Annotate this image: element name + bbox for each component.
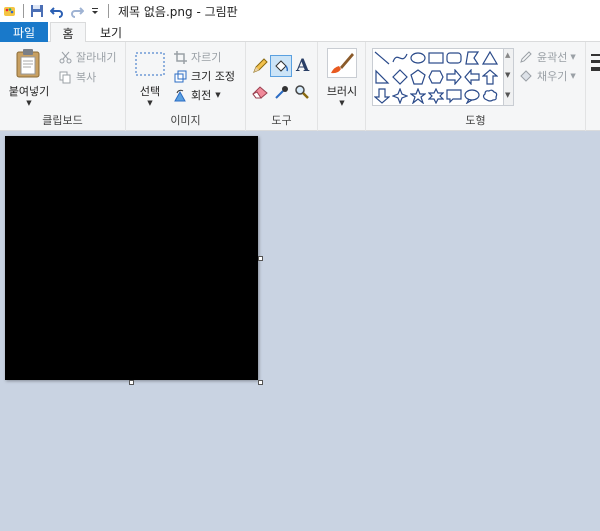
left-arrow-shape-icon[interactable] xyxy=(463,68,481,86)
rounded-rectangle-shape-icon[interactable] xyxy=(445,49,463,67)
window-title: 제목 없음.png - 그림판 xyxy=(118,4,238,19)
down-arrow-shape-icon[interactable] xyxy=(373,87,391,105)
customize-toolbar-icon[interactable] xyxy=(87,3,103,19)
cloud-callout-shape-icon[interactable] xyxy=(481,87,499,105)
pencil-icon[interactable] xyxy=(252,58,268,77)
outline-button[interactable]: 윤곽선 ▼ xyxy=(518,48,576,66)
tools-group-label: 도구 xyxy=(271,114,292,127)
outline-pen-icon xyxy=(518,49,534,65)
five-point-star-shape-icon[interactable] xyxy=(409,87,427,105)
fill-button[interactable]: 채우기 ▼ xyxy=(518,67,576,85)
tab-home[interactable]: 홈 xyxy=(50,22,86,43)
hexagon-shape-icon[interactable] xyxy=(427,68,445,86)
rotate-icon xyxy=(172,87,188,103)
drawing-canvas[interactable] xyxy=(5,136,258,380)
copy-icon xyxy=(57,69,73,85)
outline-dropdown-caret[interactable]: ▼ xyxy=(570,53,575,61)
tab-file[interactable]: 파일 xyxy=(0,22,48,42)
rectangle-shape-icon[interactable] xyxy=(427,49,445,67)
size-icon[interactable] xyxy=(590,52,600,81)
scissors-icon xyxy=(57,49,73,65)
shapes-group: ▲ ▼ ▼ 윤곽선 ▼ 채우기 ▼ 도형 xyxy=(366,42,586,131)
six-point-star-shape-icon[interactable] xyxy=(427,87,445,105)
select-dropdown-caret[interactable]: ▼ xyxy=(130,99,170,107)
shapes-gallery-scrollbar[interactable]: ▲ ▼ ▼ xyxy=(504,48,514,106)
outline-label: 윤곽선 xyxy=(537,51,568,64)
magnifier-icon[interactable] xyxy=(294,84,310,103)
select-label: 선택 xyxy=(139,85,161,98)
fill-dropdown-caret[interactable]: ▼ xyxy=(570,72,575,80)
divider xyxy=(23,4,24,18)
cut-button[interactable]: 잘라내기 xyxy=(57,48,116,66)
paste-button[interactable]: 붙여넣기 ▼ xyxy=(4,46,50,108)
shapes-gallery xyxy=(372,48,504,106)
resize-handle-right[interactable] xyxy=(258,256,263,261)
tools-group: A 도구 xyxy=(246,42,318,131)
paste-label: 붙여넣기 xyxy=(8,85,50,98)
crop-label: 자르기 xyxy=(191,51,222,64)
select-button[interactable]: 선택 ▼ xyxy=(130,46,170,108)
divider xyxy=(108,4,109,18)
scroll-down-icon[interactable]: ▼ xyxy=(505,71,510,79)
crop-icon xyxy=(172,49,188,65)
up-arrow-shape-icon[interactable] xyxy=(481,68,499,86)
line-shape-icon[interactable] xyxy=(373,49,391,67)
right-triangle-shape-icon[interactable] xyxy=(373,68,391,86)
clipboard-group-label: 클립보드 xyxy=(42,114,83,127)
diamond-shape-icon[interactable] xyxy=(391,68,409,86)
image-group-label: 이미지 xyxy=(170,114,201,127)
rotate-button[interactable]: 회전 ▼ xyxy=(172,86,221,104)
color-picker-icon[interactable] xyxy=(274,84,290,103)
rotate-label: 회전 xyxy=(191,89,212,102)
resize-handle-bottom[interactable] xyxy=(129,380,134,385)
paint-app-icon[interactable] xyxy=(2,3,18,19)
resize-button[interactable]: 크기 조정 xyxy=(172,67,235,85)
redo-icon[interactable] xyxy=(69,3,85,19)
fill-label: 채우기 xyxy=(537,70,568,83)
paste-icon xyxy=(15,48,41,81)
pentagon-shape-icon[interactable] xyxy=(409,68,427,86)
copy-button[interactable]: 복사 xyxy=(57,68,96,86)
polygon-shape-icon[interactable] xyxy=(463,49,481,67)
text-icon[interactable]: A xyxy=(296,56,309,76)
brushes-button[interactable]: 브러시 ▼ xyxy=(320,46,364,108)
canvas-workspace xyxy=(0,131,600,531)
ribbon: 붙여넣기 ▼ 잘라내기 복사 클립보드 선택 ▼ 자르기 크기 조정 회전 ▼ … xyxy=(0,42,600,131)
resize-label: 크기 조정 xyxy=(191,70,235,83)
save-icon[interactable] xyxy=(29,3,45,19)
copy-label: 복사 xyxy=(76,71,97,84)
gallery-expand-icon[interactable]: ▼ xyxy=(505,91,510,99)
brush-icon xyxy=(327,48,357,78)
curve-shape-icon[interactable] xyxy=(391,49,409,67)
rotate-dropdown-caret[interactable]: ▼ xyxy=(215,91,220,99)
paste-dropdown-caret[interactable]: ▼ xyxy=(4,99,54,107)
fill-bucket-small-icon xyxy=(518,68,534,84)
right-arrow-shape-icon[interactable] xyxy=(445,68,463,86)
tab-view[interactable]: 보기 xyxy=(92,22,130,42)
undo-icon[interactable] xyxy=(49,3,65,19)
title-bar: 제목 없음.png - 그림판 xyxy=(0,0,600,22)
shapes-group-label: 도형 xyxy=(465,114,486,127)
oval-callout-shape-icon[interactable] xyxy=(463,87,481,105)
triangle-shape-icon[interactable] xyxy=(481,49,499,67)
crop-button[interactable]: 자르기 xyxy=(172,48,221,66)
scroll-up-icon[interactable]: ▲ xyxy=(505,51,510,59)
rect-callout-shape-icon[interactable] xyxy=(445,87,463,105)
select-rectangle-icon xyxy=(135,52,165,79)
brushes-group: 브러시 ▼ xyxy=(318,42,366,131)
resize-handle-corner[interactable] xyxy=(258,380,263,385)
clipboard-group: 붙여넣기 ▼ 잘라내기 복사 클립보드 xyxy=(0,42,126,131)
image-group: 선택 ▼ 자르기 크기 조정 회전 ▼ 이미지 xyxy=(126,42,246,131)
oval-shape-icon[interactable] xyxy=(409,49,427,67)
eraser-icon[interactable] xyxy=(252,84,268,103)
brushes-dropdown-caret[interactable]: ▼ xyxy=(320,99,364,107)
fill-bucket-icon[interactable] xyxy=(270,55,292,77)
four-point-star-shape-icon[interactable] xyxy=(391,87,409,105)
ribbon-tabs: 파일 홈 보기 xyxy=(0,22,600,43)
resize-icon xyxy=(172,68,188,84)
cut-label: 잘라내기 xyxy=(76,51,117,64)
brushes-label: 브러시 xyxy=(326,85,358,98)
